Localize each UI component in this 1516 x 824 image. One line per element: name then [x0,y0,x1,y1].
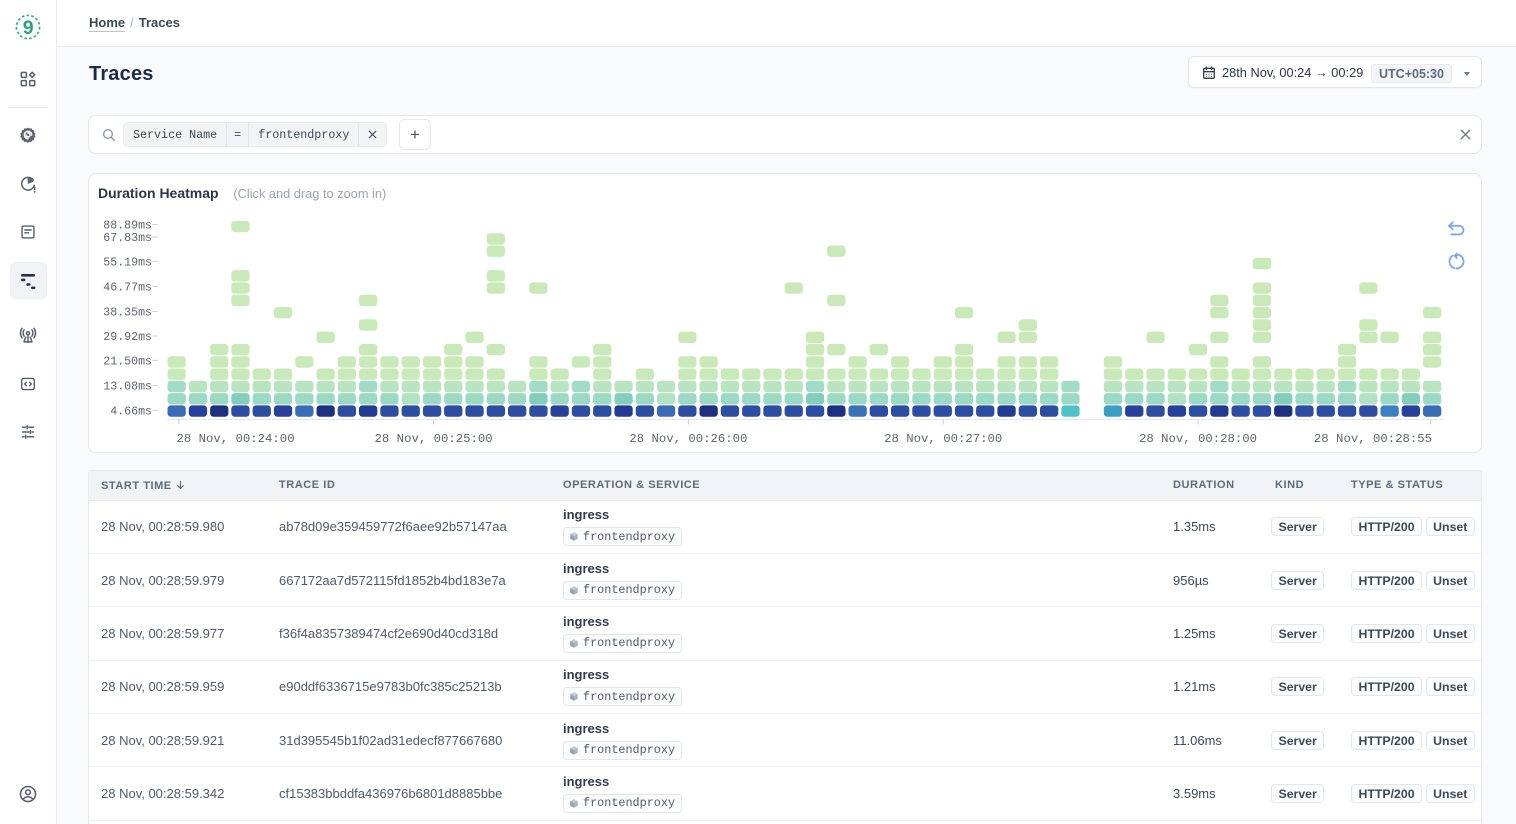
svg-text:28 Nov, 00:25:00: 28 Nov, 00:25:00 [375,432,493,446]
svg-text:28 Nov, 00:28:55: 28 Nov, 00:28:55 [1314,432,1432,446]
svg-text:21.50ms: 21.50ms [103,356,152,369]
svg-text:88.89ms: 88.89ms [103,220,152,233]
svg-text:55.19ms: 55.19ms [103,257,152,270]
svg-text:28 Nov, 00:24:00: 28 Nov, 00:24:00 [177,432,295,446]
svg-text:4.66ms: 4.66ms [110,406,152,419]
svg-text:67.83ms: 67.83ms [103,232,152,245]
svg-text:9: 9 [23,17,34,39]
svg-text:28 Nov, 00:27:00: 28 Nov, 00:27:00 [884,432,1002,446]
svg-text:38.35ms: 38.35ms [103,307,152,320]
svg-text:28 Nov, 00:28:00: 28 Nov, 00:28:00 [1139,432,1257,446]
svg-text:28 Nov, 00:26:00: 28 Nov, 00:26:00 [629,432,747,446]
svg-text:29.92ms: 29.92ms [103,331,152,344]
svg-text:46.77ms: 46.77ms [103,282,152,295]
svg-text:13.08ms: 13.08ms [103,381,152,394]
